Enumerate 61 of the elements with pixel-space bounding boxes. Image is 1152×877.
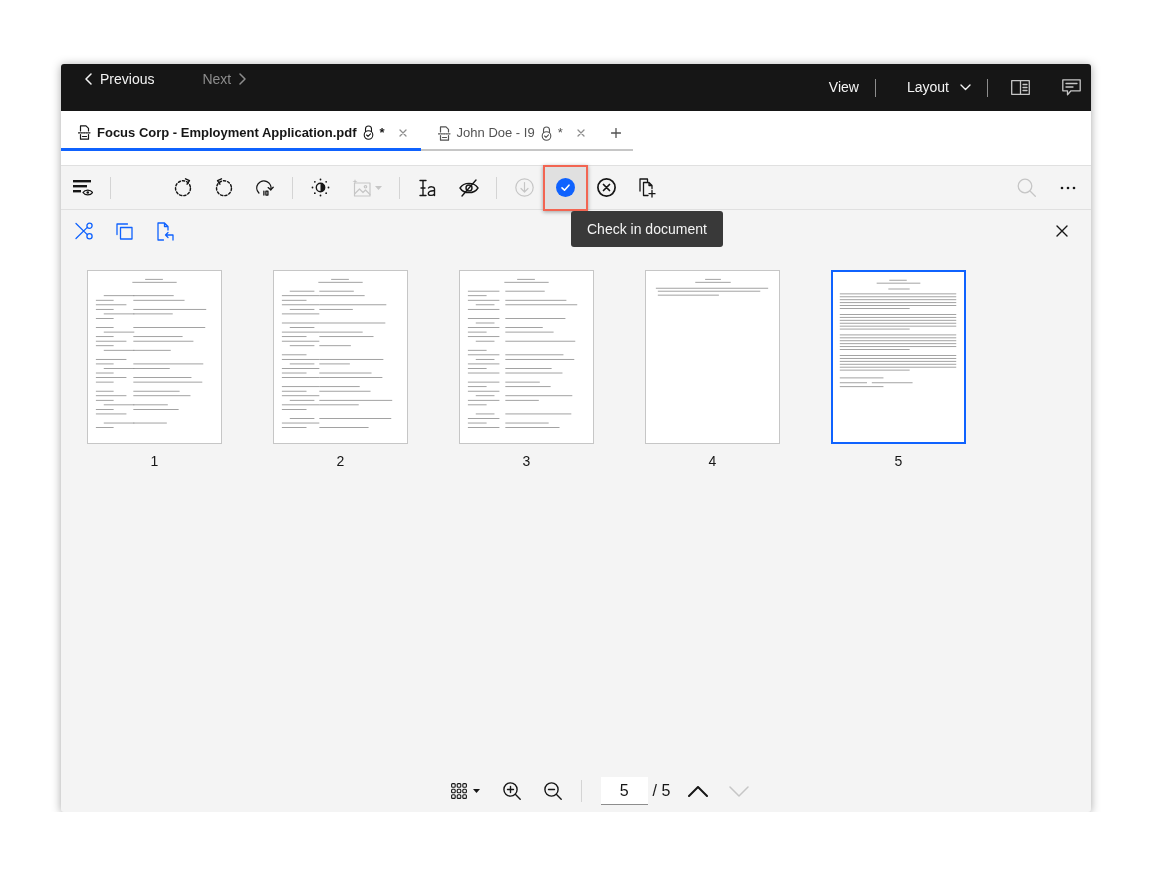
plus-icon (610, 128, 621, 138)
page-number-label: 4 (708, 452, 717, 470)
image-icon (351, 178, 371, 197)
dropdown-menu-button[interactable]: Layout (890, 72, 987, 103)
document-arrow-icon (157, 221, 174, 241)
zoom-out-icon (544, 782, 563, 800)
close-tab-button[interactable] (576, 128, 586, 138)
close-icon (577, 129, 586, 137)
chevron-left-icon (85, 73, 92, 85)
lock-icon (362, 125, 374, 140)
overflow-menu-icon (1059, 185, 1076, 190)
scissors-icon (74, 222, 93, 240)
download-icon (515, 178, 534, 197)
rotate-counterclockwise-icon (214, 178, 233, 197)
search-icon (1017, 178, 1036, 197)
panel-icon (1010, 80, 1030, 95)
rotate-arrow-icon (255, 179, 274, 196)
document-icon (78, 125, 91, 140)
brightness-icon (311, 178, 330, 197)
menu-button[interactable]: View (812, 72, 875, 103)
unsaved-marker: * (379, 123, 385, 142)
grid-icon (451, 783, 468, 799)
previous-button[interactable]: Previous (85, 70, 155, 88)
close-circle-icon (597, 178, 616, 197)
page-total: / 5 (652, 781, 671, 801)
page-thumbnail[interactable] (273, 270, 408, 444)
page-thumbnail[interactable] (831, 270, 966, 444)
page-thumbnail[interactable] (459, 270, 594, 444)
document-plus-icon (639, 177, 656, 198)
chevron-up-icon (687, 785, 708, 797)
close-icon (1056, 225, 1068, 237)
page-number-label: 5 (894, 452, 903, 470)
page-number-label: 2 (336, 452, 345, 470)
chevron-down-icon (728, 785, 749, 797)
document-icon (437, 125, 451, 141)
lock-icon (540, 125, 552, 141)
close-icon (399, 128, 408, 137)
checkmark-circle-icon (556, 178, 575, 197)
caret-down-icon (473, 789, 481, 793)
eye-slash-icon (458, 178, 479, 197)
tooltip: Check in document (571, 210, 723, 247)
rotate-clockwise-icon (173, 178, 192, 197)
page-number-label: 3 (522, 452, 531, 470)
document-tab[interactable]: John Doe - I9 * (420, 111, 599, 151)
document-tab[interactable]: Focus Corp - Employment Application.pdf * (61, 111, 421, 151)
caret-down-icon (374, 185, 382, 190)
comment-icon (1061, 79, 1081, 96)
text-cursor-icon (418, 178, 437, 197)
check-in-button[interactable] (545, 166, 586, 209)
page-thumbnail[interactable] (87, 270, 222, 444)
copy-icon (116, 222, 133, 240)
close-tab-button[interactable] (398, 128, 408, 137)
page-number-label: 1 (150, 452, 159, 470)
page-number-field[interactable]: 5 (600, 777, 648, 805)
lines-eye-icon (72, 178, 93, 197)
highlight-frame (543, 164, 588, 211)
unsaved-marker: * (557, 124, 563, 143)
chevron-down-icon (960, 84, 971, 91)
zoom-in-icon (503, 782, 522, 800)
chevron-right-icon (239, 73, 247, 85)
page-thumbnail[interactable] (645, 270, 780, 444)
